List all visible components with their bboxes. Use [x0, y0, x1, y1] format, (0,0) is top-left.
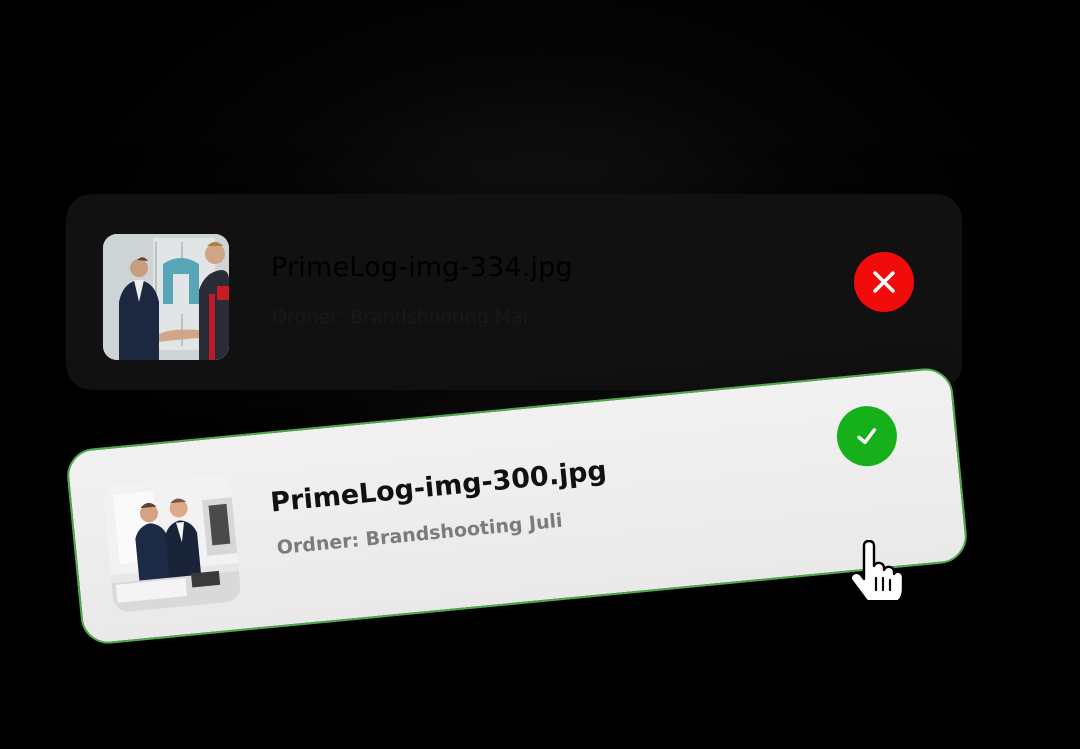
reject-button[interactable]: [854, 252, 914, 312]
handshake-photo: [103, 234, 229, 360]
folder-label: Ordner: Brandshooting Juli: [275, 509, 564, 560]
file-name: PrimeLog-img-300.jpg: [269, 455, 609, 519]
accept-button[interactable]: [834, 403, 900, 469]
stage: PrimeLog-img-334.jpg Ordner: Brandshooti…: [0, 0, 1080, 749]
file-card-rejected[interactable]: PrimeLog-img-334.jpg Ordner: Brandshooti…: [66, 194, 962, 390]
file-card-accepted[interactable]: PrimeLog-img-300.jpg Ordner: Brandshooti…: [64, 365, 970, 647]
check-icon: [857, 428, 877, 445]
office-meeting-photo: [102, 473, 242, 614]
image-thumbnail: [102, 473, 242, 614]
hand-pointer-icon: [849, 540, 904, 600]
folder-label: Ordner: Brandshooting Mai: [272, 306, 529, 328]
close-icon: [873, 271, 895, 293]
file-name: PrimeLog-img-334.jpg: [271, 252, 573, 283]
image-thumbnail: [103, 234, 229, 360]
